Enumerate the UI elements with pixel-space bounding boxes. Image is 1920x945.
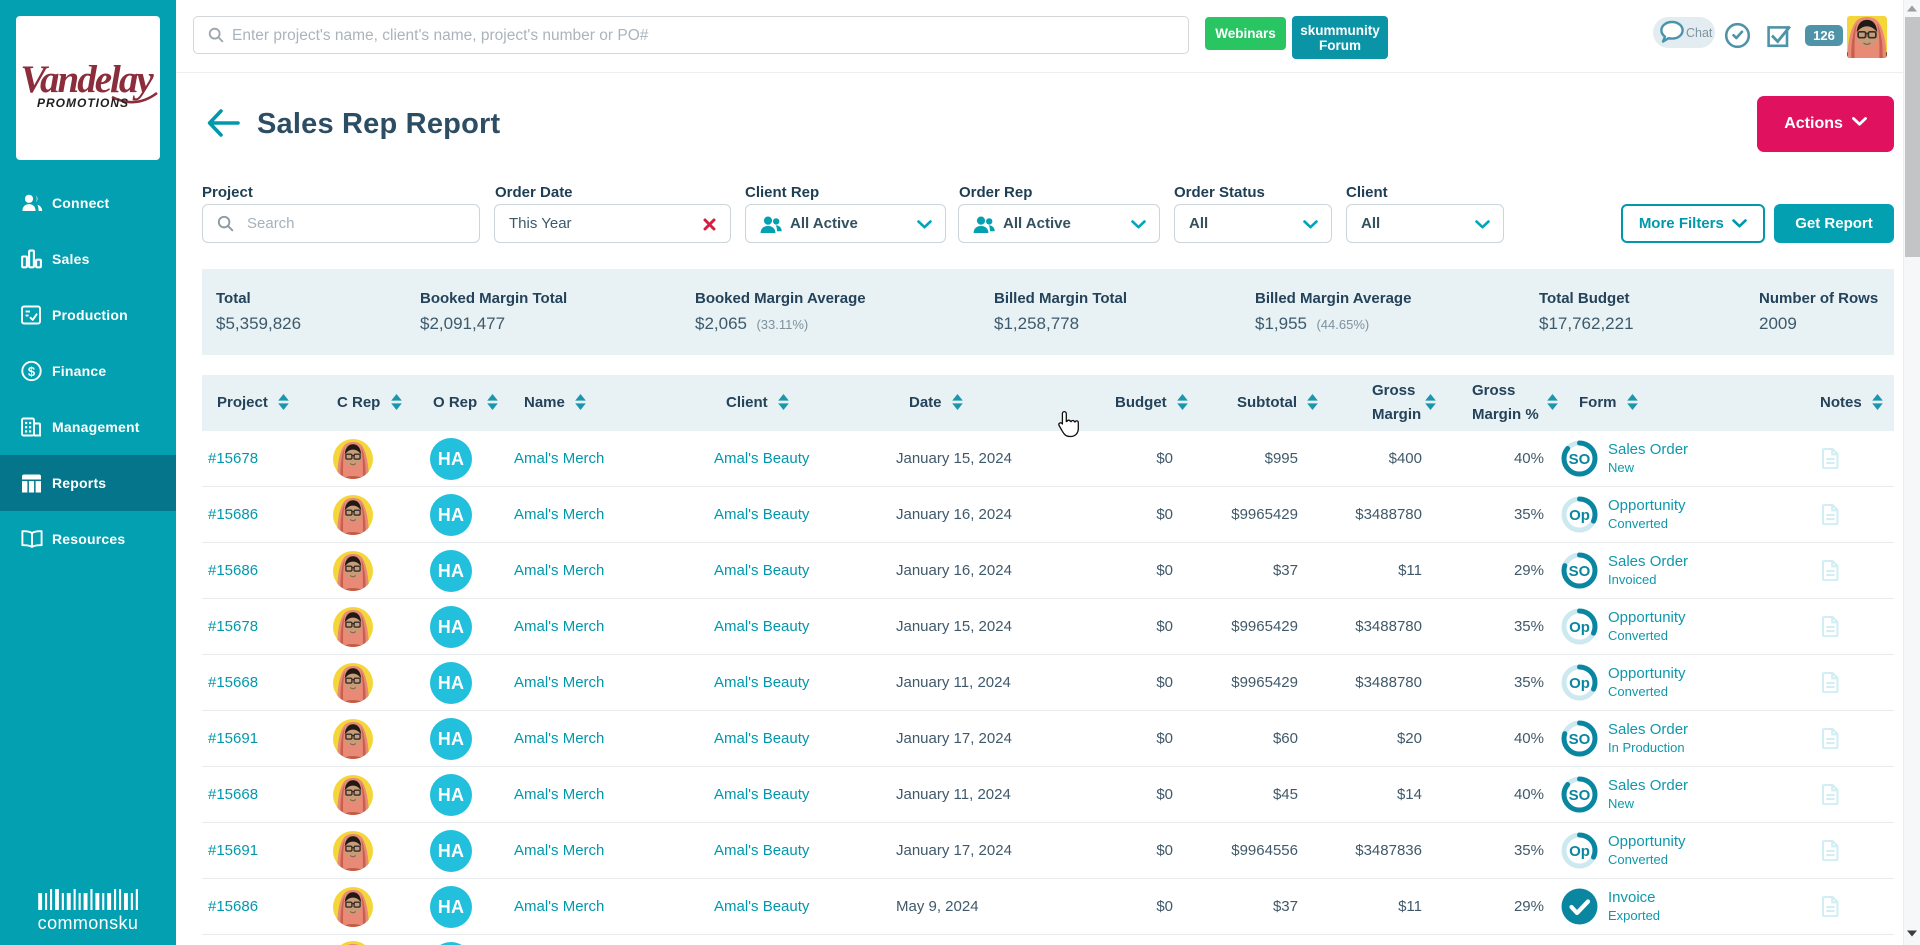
- svg-text:Vandelay: Vandelay: [20, 58, 154, 101]
- svg-text:commonsku: commonsku: [38, 913, 139, 933]
- svg-text:Op: Op: [1569, 675, 1590, 692]
- svg-text:$: $: [28, 364, 36, 379]
- svg-text:SO: SO: [1569, 451, 1591, 468]
- svg-text:SO: SO: [1569, 563, 1591, 580]
- svg-text:SO: SO: [1569, 731, 1591, 748]
- svg-text:Op: Op: [1569, 843, 1590, 860]
- svg-text:SO: SO: [1569, 787, 1591, 804]
- svg-text:Op: Op: [1569, 507, 1590, 524]
- svg-text:PROMOTIONS: PROMOTIONS: [37, 96, 129, 110]
- svg-text:Op: Op: [1569, 619, 1590, 636]
